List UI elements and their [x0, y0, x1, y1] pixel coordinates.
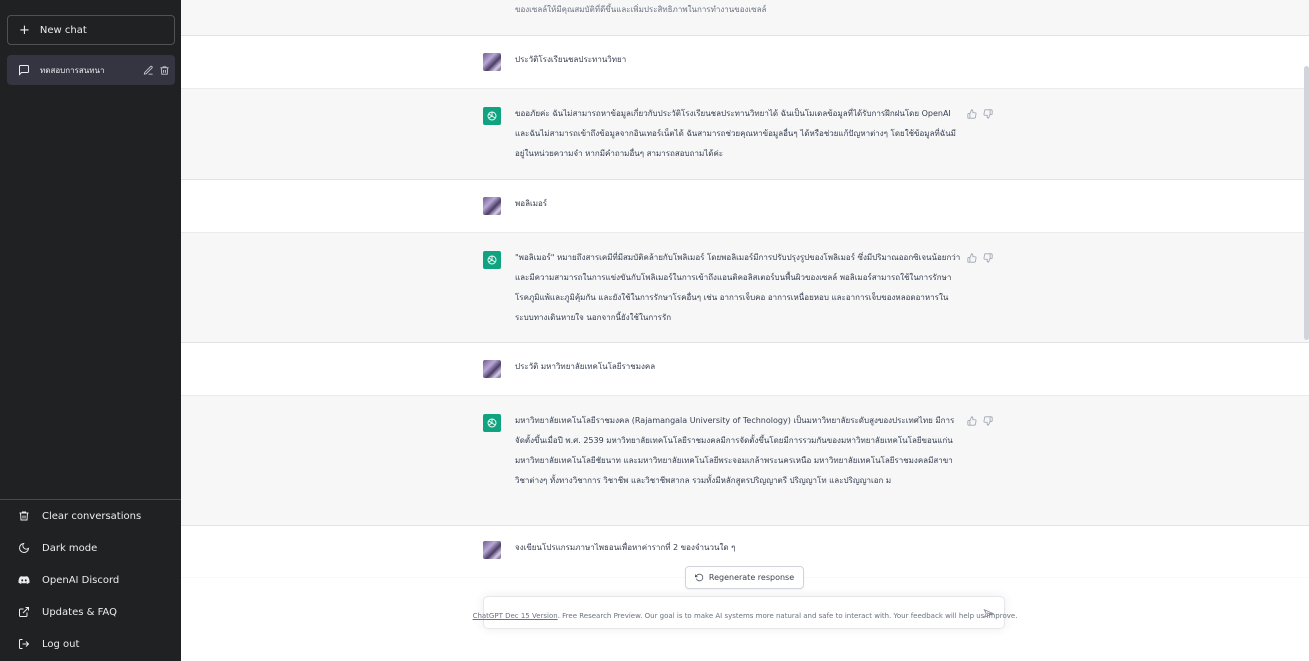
message-row-assistant-partial: ของเซลล์ให้มีคุณสมบัติที่ดีขึ้นและเพิ่มป…	[181, 0, 1309, 36]
openai-logo-icon	[487, 418, 497, 428]
thumbs-down-icon[interactable]	[983, 109, 993, 119]
message-text: ขออภัยค่ะ ฉันไม่สามารถหาข้อมูลเกี่ยวกับป…	[515, 109, 956, 158]
thumbs-up-icon[interactable]	[967, 253, 977, 263]
trash-icon[interactable]	[159, 65, 170, 76]
footer-disclaimer: ChatGPT Dec 15 Version. Free Research Pr…	[181, 612, 1309, 620]
clear-conversations-button[interactable]: Clear conversations	[0, 500, 181, 532]
refresh-icon	[694, 573, 704, 582]
thumbs-up-icon[interactable]	[967, 416, 977, 426]
updates-faq-label: Updates & FAQ	[42, 606, 117, 618]
external-link-icon	[19, 607, 29, 617]
feedback-buttons	[967, 416, 993, 426]
pencil-icon[interactable]	[143, 65, 154, 76]
regenerate-response-button[interactable]: Regenerate response	[685, 566, 804, 589]
message-row-user: ประวัติโรงเรียนชลประทานวิทยา	[181, 36, 1309, 89]
user-avatar	[483, 360, 501, 378]
log-out-label: Log out	[42, 638, 80, 650]
user-avatar	[483, 197, 501, 215]
chat-bubble-icon	[19, 65, 29, 76]
message-row-assistant: "พอลิเมอร์" หมายถึงสารเคมีที่มีสมบัติคล้…	[181, 233, 1309, 343]
message-text: "พอลิเมอร์" หมายถึงสารเคมีที่มีสมบัติคล้…	[515, 253, 961, 322]
message-text: ประวัติโรงเรียนชลประทานวิทยา	[515, 55, 627, 64]
dark-mode-label: Dark mode	[42, 542, 98, 554]
assistant-avatar	[483, 107, 501, 125]
message-text: ของเซลล์ให้มีคุณสมบัติที่ดีขึ้นและเพิ่มป…	[515, 5, 767, 14]
user-avatar	[483, 53, 501, 71]
user-avatar	[483, 541, 501, 559]
message-text: ประวัติ มหาวิทยาลัยเทคโนโลยีราชมงคล	[515, 362, 656, 371]
new-chat-button[interactable]: + New chat	[7, 15, 175, 45]
discord-icon	[18, 576, 30, 584]
dark-mode-button[interactable]: Dark mode	[0, 532, 181, 564]
thumbs-up-icon[interactable]	[967, 109, 977, 119]
assistant-avatar	[483, 414, 501, 432]
feedback-buttons	[967, 253, 993, 263]
openai-discord-label: OpenAI Discord	[42, 574, 120, 586]
sidebar: + New chat ทดสอบการสนทนา Clear conversat…	[0, 0, 181, 661]
version-link[interactable]: ChatGPT Dec 15 Version	[473, 612, 558, 620]
message-row-assistant: ขออภัยค่ะ ฉันไม่สามารถหาข้อมูลเกี่ยวกับป…	[181, 89, 1309, 180]
openai-logo-icon	[487, 255, 497, 265]
message-row-user: พอลิเมอร์	[181, 180, 1309, 233]
new-chat-label: New chat	[39, 24, 87, 36]
message-text: มหาวิทยาลัยเทคโนโลยีราชมงคล (Rajamangala…	[515, 416, 955, 485]
openai-discord-link[interactable]: OpenAI Discord	[0, 564, 181, 596]
clear-conversations-label: Clear conversations	[42, 510, 142, 522]
thumbs-down-icon[interactable]	[983, 253, 993, 263]
conversation-label: ทดสอบการสนทนา	[40, 65, 105, 75]
feedback-buttons	[967, 109, 993, 119]
footer-text: . Free Research Preview. Our goal is to …	[557, 612, 1018, 620]
thumbs-down-icon[interactable]	[983, 416, 993, 426]
message-row-user: ประวัติ มหาวิทยาลัยเทคโนโลยีราชมงคล	[181, 343, 1309, 396]
conversation-item[interactable]: ทดสอบการสนทนา	[7, 55, 175, 85]
moon-icon	[19, 542, 30, 553]
openai-logo-icon	[487, 111, 497, 121]
regenerate-label: Regenerate response	[708, 573, 795, 582]
logout-icon	[19, 639, 30, 649]
plus-icon: +	[19, 22, 30, 38]
log-out-button[interactable]: Log out	[0, 628, 181, 660]
message-text: จงเขียนโปรแกรมภาษาไพธอนเพื่อหาค่ารากที่ …	[515, 543, 736, 552]
updates-faq-link[interactable]: Updates & FAQ	[0, 596, 181, 628]
message-row-assistant: มหาวิทยาลัยเทคโนโลยีราชมงคล (Rajamangala…	[181, 396, 1309, 526]
trash-icon	[19, 511, 29, 521]
chat-main: ของเซลล์ให้มีคุณสมบัติที่ดีขึ้นและเพิ่มป…	[181, 0, 1309, 661]
scrollbar[interactable]	[1304, 66, 1309, 340]
assistant-avatar	[483, 251, 501, 269]
sidebar-bottom-menu: Clear conversations Dark mode OpenAI Dis…	[0, 499, 181, 660]
message-text: พอลิเมอร์	[515, 199, 548, 208]
